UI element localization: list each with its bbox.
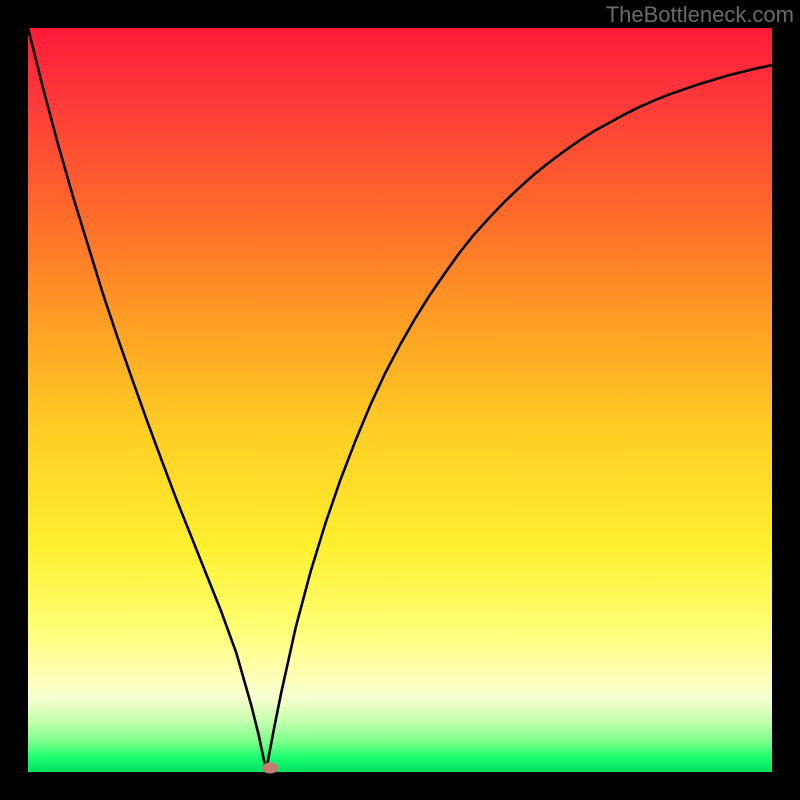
chart-frame: TheBottleneck.com (0, 0, 800, 800)
watermark-text: TheBottleneck.com (606, 2, 794, 28)
bottleneck-curve (28, 28, 772, 771)
minimum-marker (262, 762, 278, 773)
curve-layer (28, 28, 772, 772)
plot-area (28, 28, 772, 772)
